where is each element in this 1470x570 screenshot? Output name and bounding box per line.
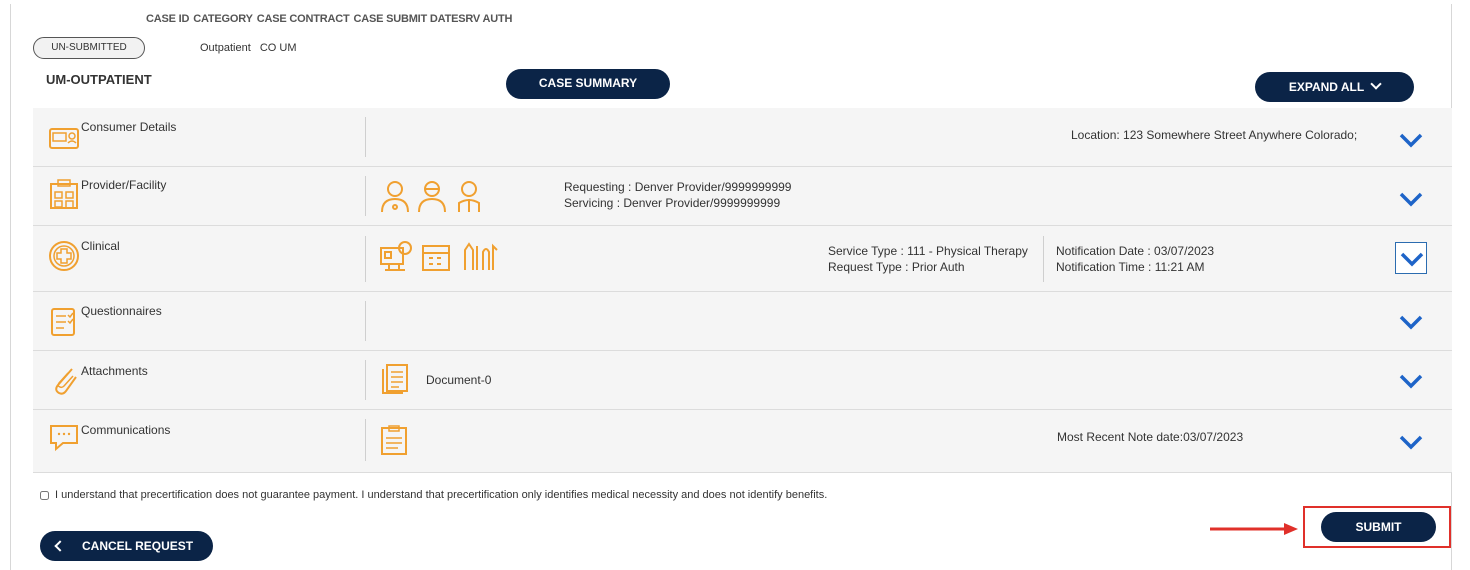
divider: [365, 117, 366, 157]
category-value: Outpatient: [200, 42, 251, 54]
attachments-label: Attachments: [81, 364, 148, 378]
notification-date: Notification Date : 03/07/2023: [1056, 244, 1215, 258]
agreement-checkbox[interactable]: [40, 490, 49, 500]
expand-all-button[interactable]: EXPAND ALL: [1255, 72, 1414, 102]
chevron-left-icon: [54, 540, 66, 552]
service-type: Service Type : 111 - Physical Therapy: [828, 244, 1028, 258]
red-arrow-icon: [1210, 523, 1298, 535]
provider-info: Requesting : Denver Provider/9999999999 …: [564, 179, 791, 211]
medical-cross-icon: [48, 240, 80, 272]
requesting-provider: Requesting : Denver Provider/9999999999: [564, 180, 792, 194]
case-header-values: Outpatient CO UM: [200, 42, 303, 54]
consumer-label: Consumer Details: [81, 120, 177, 134]
checklist-icon: [48, 306, 80, 338]
row-questionnaires: Questionnaires: [33, 292, 1452, 351]
contract-value: CO UM: [259, 42, 297, 54]
col-submit-date: CASE SUBMIT DATE: [353, 13, 459, 25]
cancel-label: CANCEL REQUEST: [82, 539, 194, 553]
building-icon: [48, 179, 80, 211]
expand-questionnaires-chevron-icon[interactable]: [1395, 306, 1427, 338]
row-clinical: Clinical Service Type : 111 - Physical T…: [33, 226, 1452, 292]
document-icon: [379, 363, 411, 395]
document-link[interactable]: Document-0: [426, 372, 491, 388]
expand-clinical-chevron-icon[interactable]: [1395, 242, 1427, 274]
notification-info: Notification Date : 03/07/2023 Notificat…: [1056, 243, 1214, 275]
col-category: CATEGORY: [193, 13, 253, 25]
request-type: Request Type : Prior Auth: [828, 260, 965, 274]
cancel-request-button[interactable]: CANCEL REQUEST: [40, 531, 213, 561]
paperclip-icon: [48, 363, 80, 395]
provider-label: Provider/Facility: [81, 178, 167, 192]
expand-consumer-chevron-icon[interactable]: [1395, 124, 1427, 156]
expand-attachments-chevron-icon[interactable]: [1395, 365, 1427, 397]
row-communications: Communications Most Recent Note date:03/…: [33, 410, 1452, 473]
clinical-service-info: Service Type : 111 - Physical Therapy Re…: [828, 243, 1028, 275]
questionnaires-label: Questionnaires: [81, 304, 162, 318]
col-case-contract: CASE CONTRACT: [256, 13, 350, 25]
status-badge: UN-SUBMITTED: [33, 37, 145, 59]
notification-time: Notification Time : 11:21 AM: [1056, 260, 1205, 274]
agreement-row: I understand that precertification does …: [40, 489, 827, 501]
section-title: UM-OUTPATIENT: [46, 72, 152, 87]
divider: [1043, 236, 1044, 282]
chevron-down-icon: [1370, 78, 1382, 90]
case-sections: Consumer Details Location: 123 Somewhere…: [33, 108, 1452, 473]
row-attachments: Attachments Document-0: [33, 351, 1452, 410]
id-card-icon: [48, 122, 80, 154]
communications-label: Communications: [81, 423, 171, 437]
location-text: Location: 123 Somewhere Street Anywhere …: [1071, 128, 1358, 142]
divider: [365, 236, 366, 282]
expand-communications-chevron-icon[interactable]: [1395, 426, 1427, 458]
servicing-provider: Servicing : Denver Provider/9999999999: [564, 196, 781, 210]
recent-note-text: Most Recent Note date:03/07/2023: [1057, 430, 1244, 444]
row-consumer-details: Consumer Details Location: 123 Somewhere…: [33, 108, 1452, 167]
submit-button[interactable]: SUBMIT: [1321, 512, 1436, 542]
divider: [365, 301, 366, 341]
chat-bubble-icon: [48, 422, 80, 454]
expand-provider-chevron-icon[interactable]: [1395, 183, 1427, 215]
notes-icon: [379, 424, 411, 456]
row-provider-facility: Provider/Facility Requesting : Denver Pr…: [33, 167, 1452, 226]
col-srv-auth: SRV AUTH: [458, 13, 513, 25]
divider: [365, 419, 366, 461]
clinical-tools-icon: [379, 240, 504, 274]
divider: [365, 176, 366, 216]
clinical-label: Clinical: [81, 239, 120, 253]
agreement-text: I understand that precertification does …: [55, 489, 828, 502]
case-summary-button[interactable]: CASE SUMMARY: [506, 69, 670, 99]
divider: [365, 360, 366, 400]
case-header-columns: CASE ID CATEGORY CASE CONTRACT CASE SUBMIT …: [146, 13, 516, 25]
col-case-id: CASE ID: [146, 13, 190, 25]
expand-all-label: EXPAND ALL: [1288, 80, 1365, 94]
doctors-icon: [379, 179, 489, 213]
